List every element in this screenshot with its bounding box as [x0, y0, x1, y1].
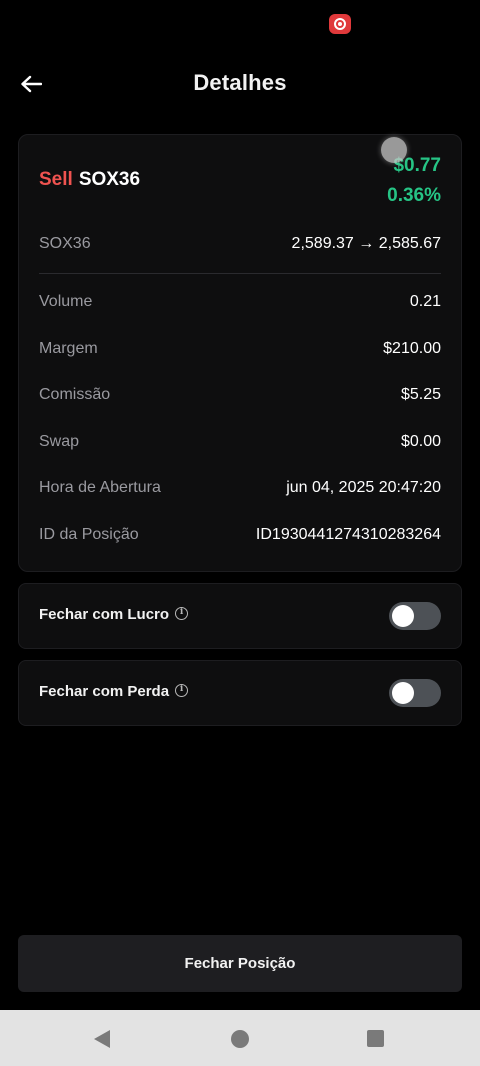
- take-profit-label-group: Fechar com Lucro: [39, 606, 189, 623]
- nav-recents-icon[interactable]: [367, 1030, 384, 1047]
- status-bar: [0, 0, 480, 50]
- price-row: SOX36 2,589.37 → 2,585.67: [39, 232, 441, 256]
- touch-indicator: [381, 137, 407, 163]
- detail-value: $0.00: [400, 433, 441, 450]
- take-profit-card: Fechar com Lucro: [18, 583, 462, 649]
- detail-value: $210.00: [383, 340, 441, 357]
- detail-row-volume: Volume 0.21: [39, 290, 441, 314]
- detail-label: Hora de Abertura: [39, 479, 161, 496]
- detail-label: Margem: [39, 340, 98, 357]
- pnl-percent: 0.36%: [387, 185, 441, 206]
- page-title: Detalhes: [193, 70, 287, 95]
- nav-back-icon[interactable]: [94, 1030, 110, 1048]
- detail-row-open-time: Hora de Abertura jun 04, 2025 20:47:20: [39, 476, 441, 500]
- detail-label: Swap: [39, 433, 80, 450]
- detail-row-position-id: ID da Posição ID1930441274310283264: [39, 523, 441, 547]
- stop-loss-label: Fechar com Perda: [39, 683, 170, 700]
- divider: [39, 273, 441, 274]
- nav-home-icon[interactable]: [231, 1030, 249, 1048]
- position-details-card: Sell SOX36 $0.77 0.36% SOX36 2,589.37 → 2…: [18, 134, 462, 572]
- screen: Detalhes Sell SOX36 $0.77 0.36% SOX36 2,5…: [0, 0, 480, 1066]
- detail-row-commission: Comissão $5.25: [39, 383, 441, 407]
- system-nav-bar: [0, 1010, 480, 1066]
- take-profit-label: Fechar com Lucro: [39, 606, 170, 623]
- stop-loss-label-group: Fechar com Perda: [39, 683, 189, 700]
- toggle-knob: [392, 605, 414, 627]
- detail-value: $5.25: [400, 386, 441, 403]
- screen-record-icon[interactable]: [329, 14, 351, 34]
- detail-label: Volume: [39, 293, 93, 310]
- take-profit-toggle[interactable]: [389, 602, 441, 630]
- detail-label: ID da Posição: [39, 526, 139, 543]
- price-value: 2,589.37 → 2,585.67: [291, 235, 441, 252]
- stop-loss-card: Fechar com Perda: [18, 660, 462, 726]
- trade-side: Sell: [39, 169, 73, 190]
- stop-loss-toggle[interactable]: [389, 679, 441, 707]
- header: Detalhes: [0, 60, 480, 108]
- close-position-button[interactable]: Fechar Posição: [18, 935, 462, 992]
- detail-row-swap: Swap $0.00: [39, 430, 441, 454]
- info-icon[interactable]: [175, 607, 189, 620]
- detail-value: 0.21: [409, 293, 441, 310]
- trade-heading: Sell SOX36: [39, 169, 140, 191]
- detail-row-margin: Margem $210.00: [39, 337, 441, 361]
- detail-label: Comissão: [39, 386, 111, 403]
- toggle-knob: [392, 682, 414, 704]
- info-icon[interactable]: [175, 684, 189, 697]
- detail-value: jun 04, 2025 20:47:20: [286, 479, 441, 496]
- trade-symbol: SOX36: [78, 169, 141, 190]
- detail-value: ID1930441274310283264: [255, 526, 441, 543]
- price-label: SOX36: [39, 235, 91, 252]
